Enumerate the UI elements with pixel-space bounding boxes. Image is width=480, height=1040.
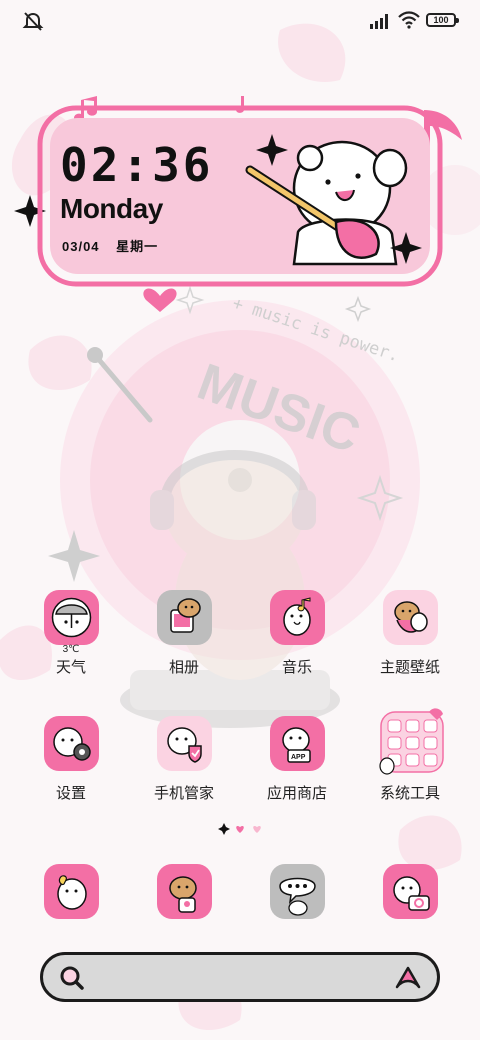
contacts-icon[interactable] — [157, 864, 212, 919]
app-gallery[interactable]: 相册 — [129, 590, 239, 700]
security-icon — [157, 716, 212, 771]
assistant-icon[interactable] — [393, 965, 423, 991]
camera-icon[interactable] — [383, 864, 438, 919]
battery-icon: 100 — [426, 13, 459, 27]
page-indicator — [218, 823, 261, 835]
app-store-icon: APP — [270, 716, 325, 771]
app-label: 主题壁纸 — [379, 659, 440, 676]
clock-time: 02:36 — [60, 138, 214, 192]
app-label: 音乐 — [281, 659, 312, 676]
app-label: 手机管家 — [153, 785, 214, 802]
system-tools-folder-icon — [379, 708, 444, 775]
clock-date: 03/04 星期一 — [62, 236, 158, 255]
mute-icon — [22, 12, 44, 31]
status-bar: 100 — [0, 0, 480, 40]
search-icon[interactable] — [59, 965, 85, 991]
search-bar[interactable] — [40, 952, 440, 1002]
gallery-icon — [157, 590, 212, 645]
wifi-icon — [398, 11, 420, 29]
app-store[interactable]: APP 应用商店 — [242, 716, 352, 826]
clock-weekday: 星期一 — [116, 239, 159, 254]
clock-date-numeric: 03/04 — [62, 239, 100, 254]
settings-icon — [44, 716, 99, 771]
app-label: 系统工具 — [379, 785, 440, 802]
music-icon — [270, 590, 325, 645]
phone-icon[interactable] — [44, 864, 99, 919]
app-label: 天气 — [55, 659, 86, 676]
app-security[interactable]: 手机管家 — [129, 716, 239, 826]
app-music[interactable]: 音乐 — [242, 590, 352, 700]
signal-icon — [370, 14, 388, 29]
clock-day: Monday — [60, 193, 163, 224]
messages-icon[interactable] — [270, 864, 325, 919]
app-settings[interactable]: 设置 — [16, 716, 126, 826]
weather-icon — [44, 590, 99, 645]
app-label: 设置 — [55, 785, 86, 802]
app-themes[interactable]: 主题壁纸 — [355, 590, 465, 700]
themes-icon — [383, 590, 438, 645]
folder-system-tools[interactable]: 系统工具 — [355, 708, 465, 826]
app-label: 相册 — [168, 659, 199, 676]
svg-text:APP: APP — [291, 754, 306, 761]
app-label: 应用商店 — [266, 785, 327, 802]
weather-temperature: 3℃ — [62, 644, 80, 655]
app-weather[interactable]: 3℃ 天气 — [16, 590, 126, 700]
